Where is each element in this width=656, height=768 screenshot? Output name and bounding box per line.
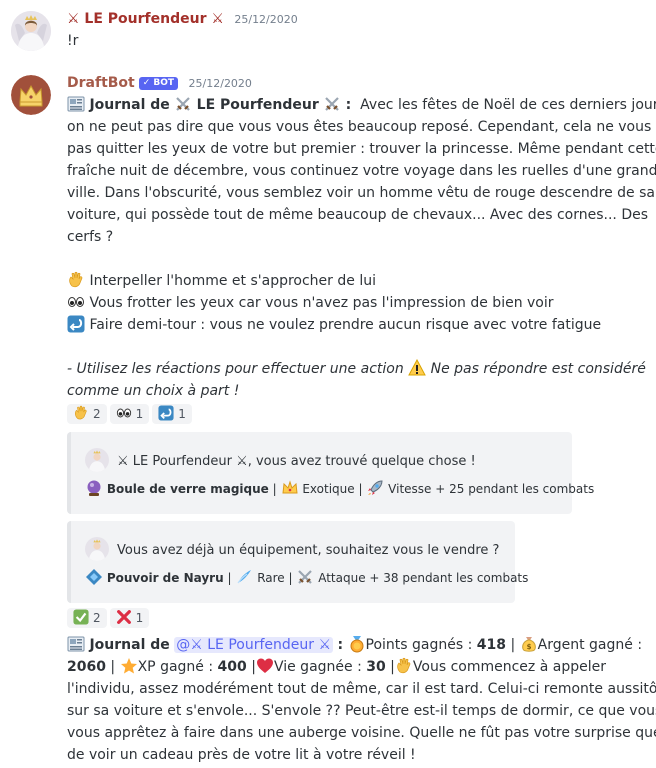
story-line: Vous commencez à appeler: [412, 659, 606, 675]
waving-hand-icon: [67, 271, 85, 289]
story-line: pas quitter les yeux de votre but premie…: [67, 141, 656, 157]
newspaper-icon: [67, 95, 85, 113]
embed-title: ⚔ LE Pourfendeur ⚔, vous avez trouvé que…: [117, 454, 476, 469]
reaction-count: 1: [178, 407, 186, 421]
message-3: Journal de @⚔ LE Pourfendeur ⚔ : Points …: [0, 634, 656, 768]
points-label: Points gagnés :: [365, 637, 473, 653]
hint-text: - Utilisez les réactions pour effectuer …: [67, 361, 404, 377]
embed-author-avatar: [85, 448, 109, 472]
bot-badge: ✓ BOT: [138, 77, 179, 90]
user-mention[interactable]: @⚔ LE Pourfendeur ⚔: [174, 637, 333, 653]
reaction-cross[interactable]: 1: [109, 608, 150, 628]
reactions-bar: 2 1 1: [67, 403, 195, 425]
choice-item: Vous frotter les yeux car vous n'avez pa…: [67, 292, 642, 314]
embed-sell-prompt: Vous avez déjà un équipement, souhaitez …: [67, 521, 528, 603]
bot-avatar[interactable]: [11, 75, 51, 115]
medal-icon: [348, 635, 366, 653]
story-line: Avec les fêtes de Noël de ces derniers j…: [360, 97, 656, 113]
comet-icon: [235, 568, 253, 586]
return-arrow-icon: [67, 315, 85, 333]
reaction-count: 2: [93, 611, 101, 625]
warning-icon: [408, 359, 426, 377]
item-effect: Vitesse + 25 pendant les combats: [388, 482, 595, 496]
journal-prefix: Journal de: [89, 637, 170, 653]
message-1: ⚔ LE Pourfendeur ⚔ 25/12/2020 !r: [0, 8, 656, 52]
reaction-count: 2: [93, 407, 101, 421]
return-arrow-icon: [158, 405, 174, 421]
author-name[interactable]: ⚔ LE Pourfendeur ⚔: [67, 11, 224, 27]
story-line: l'individu, assez modérément tout de mêm…: [67, 681, 656, 697]
separator: |: [358, 482, 363, 496]
story-line: voiture, qui possède tout de même beauco…: [67, 207, 649, 223]
separator: |: [272, 482, 277, 496]
points-value: 418: [476, 637, 507, 653]
reactions-bar: 21: [67, 607, 152, 629]
separator: |: [227, 571, 232, 585]
story-line: vous apprêtez à faire dans une auberge v…: [67, 725, 656, 741]
story-line: de voir un cadeau près de votre lit à vo…: [67, 747, 416, 763]
crown-icon: [281, 479, 299, 497]
crossed-swords-icon: [323, 95, 341, 113]
item-effect: Attaque + 38 pendant les combats: [318, 571, 529, 585]
star-icon: [120, 657, 138, 675]
item-rarity: Rare: [257, 571, 285, 585]
item-rarity: Exotique: [302, 482, 355, 496]
waving-hand-icon: [73, 405, 89, 421]
story-line: on ne peut pas dire que vous vous êtes b…: [67, 119, 656, 135]
embed-found-item: ⚔ LE Pourfendeur ⚔, vous avez trouvé que…: [67, 432, 594, 514]
story-line: sur sa voiture et s'envole... S'envole ?…: [67, 703, 656, 719]
money-value: 2060: [67, 659, 106, 675]
choice-text: Vous frotter les yeux car vous n'avez pa…: [89, 295, 554, 311]
reaction-check[interactable]: 2: [67, 608, 107, 628]
cross-icon: [116, 609, 132, 625]
hint-text: Ne pas répondre est considéré: [430, 361, 646, 377]
journal-colon: :: [337, 637, 344, 653]
journal-colon: :: [345, 97, 352, 113]
message-timestamp: 25/12/2020: [234, 13, 298, 26]
reaction-return[interactable]: 1: [152, 404, 192, 424]
message-text: !r: [67, 33, 79, 49]
check-icon: [73, 609, 89, 625]
reaction-count: 1: [135, 611, 144, 625]
story-line: ville. Dans l'obscurité, vous semblez vo…: [67, 185, 655, 201]
blue-diamond-icon: [85, 568, 103, 586]
reaction-wave[interactable]: 2: [67, 404, 107, 424]
crossed-swords-icon: [296, 568, 314, 586]
xp-label: XP gagné :: [137, 659, 214, 675]
life-value: 30: [366, 659, 386, 675]
story-line: cerfs ?: [67, 229, 114, 245]
hint-text: comme un choix à part !: [67, 383, 240, 399]
heart-icon: [256, 657, 274, 675]
money-bag-icon: [520, 635, 538, 653]
journal-name: LE Pourfendeur: [196, 97, 319, 113]
embed-author-avatar: [85, 537, 109, 561]
embed-title: Vous avez déjà un équipement, souhaitez …: [117, 543, 500, 558]
item-name: Pouvoir de Nayru: [106, 571, 224, 585]
message-timestamp: 25/12/2020: [188, 77, 252, 90]
separator: |: [288, 571, 293, 585]
choice-item: Interpeller l'homme et s'approcher de lu…: [67, 270, 642, 292]
journal-prefix: Journal de: [89, 97, 170, 113]
life-label: Vie gagnée :: [273, 659, 362, 675]
crossed-swords-icon: [174, 95, 192, 113]
crystal-ball-icon: [85, 479, 103, 497]
choice-text: Interpeller l'homme et s'approcher de lu…: [89, 273, 376, 289]
rocket-icon: [366, 479, 384, 497]
choice-item: Faire demi-tour : vous ne voulez prendre…: [67, 314, 642, 336]
reaction-eyes[interactable]: 1: [109, 404, 150, 424]
waving-hand-icon: [395, 657, 413, 675]
eyes-icon: [116, 405, 132, 421]
message-2: DraftBot ✓ BOT 25/12/2020 Journal de LE P…: [0, 72, 656, 402]
choice-text: Faire demi-tour : vous ne voulez prendre…: [89, 317, 602, 333]
eyes-icon: [67, 293, 85, 311]
money-label: Argent gagné :: [537, 637, 643, 653]
xp-value: 400: [217, 659, 247, 675]
bot-name[interactable]: DraftBot: [67, 75, 135, 91]
item-name: Boule de verre magique: [106, 482, 269, 496]
user-avatar[interactable]: [11, 11, 51, 51]
story-line: fraîche nuit de décembre, vous continuez…: [67, 163, 656, 179]
newspaper-icon: [67, 635, 85, 653]
reaction-count: 1: [135, 407, 144, 421]
